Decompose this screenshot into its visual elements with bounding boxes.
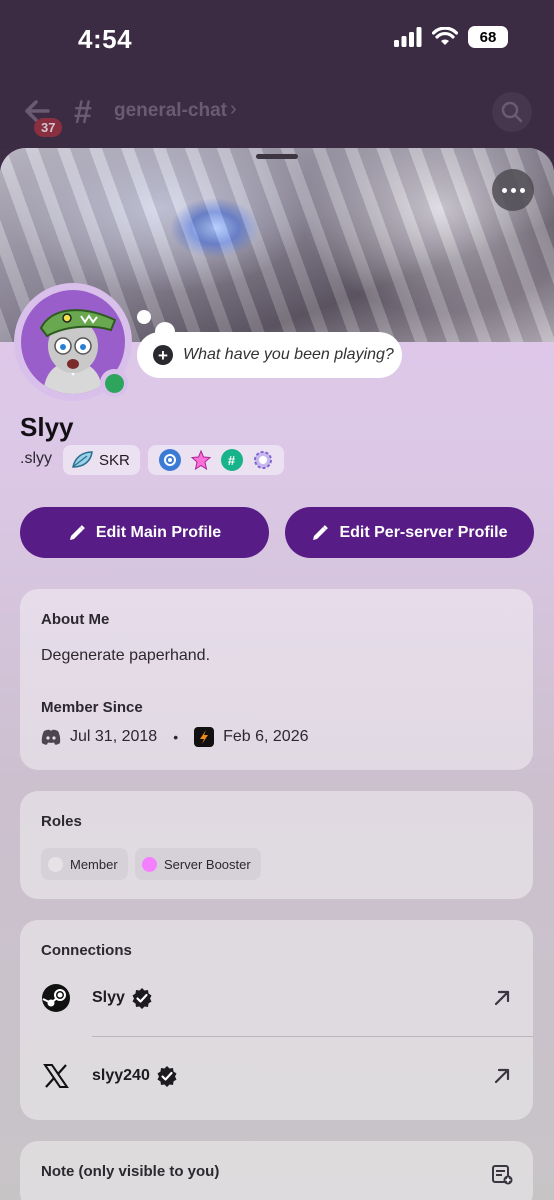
server-icon	[194, 727, 215, 747]
note-card[interactable]: Note (only visible to you)	[20, 1141, 533, 1200]
battery-indicator: 68	[468, 26, 508, 48]
roles-title: Roles	[41, 813, 82, 830]
search-button[interactable]	[492, 92, 532, 132]
connections-card: Connections Slyy slyy240	[20, 920, 533, 1120]
note-title: Note (only visible to you)	[41, 1163, 220, 1180]
edit-server-profile-button[interactable]: Edit Per-server Profile	[285, 507, 534, 558]
unread-badge: 37	[34, 118, 63, 137]
clan-tag-label: SKR	[99, 451, 130, 469]
x-icon	[41, 1061, 71, 1091]
quest-badge-icon[interactable]	[190, 449, 212, 471]
more-dot-icon	[519, 187, 525, 193]
custom-status-bubble[interactable]: + What have you been playing?	[137, 332, 402, 378]
connection-name: Slyy	[92, 987, 153, 1009]
signal-icon	[394, 27, 422, 47]
steam-icon	[41, 983, 71, 1013]
username[interactable]: .slyy	[20, 450, 52, 468]
pencil-icon	[69, 524, 85, 540]
channel-hash-icon: #	[74, 94, 92, 130]
role-color-dot	[142, 856, 157, 872]
about-title: About Me	[41, 611, 110, 628]
thought-bubble-dot	[137, 310, 151, 324]
leaf-icon	[72, 451, 93, 468]
more-options-button[interactable]	[492, 169, 534, 211]
external-link-icon[interactable]	[493, 1067, 511, 1085]
about-card: About Me Degenerate paperhand. Member Si…	[20, 589, 533, 770]
discord-join-date: Jul 31, 2018	[70, 728, 158, 745]
date-separator: •	[173, 729, 179, 745]
connection-username: Slyy	[92, 989, 125, 1006]
connections-title: Connections	[41, 942, 132, 959]
status-time: 4:54	[78, 24, 133, 54]
add-status-icon: +	[153, 345, 173, 365]
role-label: Server Booster	[164, 856, 251, 872]
clan-tag[interactable]: SKR	[63, 445, 140, 475]
connection-username: slyy240	[92, 1067, 150, 1084]
verified-icon	[157, 1066, 177, 1087]
pencil-icon	[313, 524, 329, 540]
member-since-row: Jul 31, 2018 • Feb 6, 2026	[41, 727, 309, 747]
status-prompt: What have you been playing?	[183, 346, 394, 363]
boost-badge-icon[interactable]	[252, 449, 274, 471]
status-bar: 4:54 68	[0, 0, 554, 80]
channel-name[interactable]: general-chat	[114, 100, 227, 122]
hypesquad-badge-icon[interactable]: #	[220, 449, 243, 471]
chat-header: 37 # general-chat ›	[0, 80, 554, 150]
role-color-dot	[48, 856, 63, 872]
more-dot-icon	[501, 187, 507, 193]
external-link-icon[interactable]	[493, 989, 511, 1007]
member-since-title: Member Since	[41, 699, 143, 716]
online-status-indicator	[100, 369, 128, 397]
server-join-date: Feb 6, 2026	[223, 728, 309, 745]
role-pill-member[interactable]: Member	[41, 848, 128, 880]
connection-name: slyy240	[92, 1065, 178, 1087]
wifi-icon	[432, 27, 458, 45]
search-icon	[501, 101, 523, 123]
sheet-grabber[interactable]	[256, 154, 298, 159]
chevron-right-icon: ›	[230, 98, 237, 120]
more-dot-icon	[510, 187, 516, 193]
display-name: Slyy	[20, 412, 74, 442]
badges-row: #	[148, 445, 284, 475]
about-text: Degenerate paperhand.	[41, 647, 211, 664]
status-icons: 68	[394, 26, 508, 48]
role-pill-server-booster[interactable]: Server Booster	[135, 848, 261, 880]
connection-steam[interactable]: Slyy	[20, 959, 533, 1037]
discord-icon	[41, 727, 61, 747]
verified-icon	[132, 988, 152, 1009]
roles-card: Roles Member Server Booster	[20, 791, 533, 899]
role-label: Member	[70, 856, 118, 872]
edit-server-profile-label: Edit Per-server Profile	[339, 523, 508, 541]
add-note-icon[interactable]	[491, 1163, 513, 1185]
profile-sheet: + What have you been playing? Slyy .slyy…	[0, 148, 554, 1200]
edit-main-profile-label: Edit Main Profile	[95, 523, 222, 541]
edit-main-profile-button[interactable]: Edit Main Profile	[20, 507, 269, 558]
nitro-badge-icon[interactable]	[158, 449, 181, 471]
connection-x[interactable]: slyy240	[20, 1037, 533, 1115]
